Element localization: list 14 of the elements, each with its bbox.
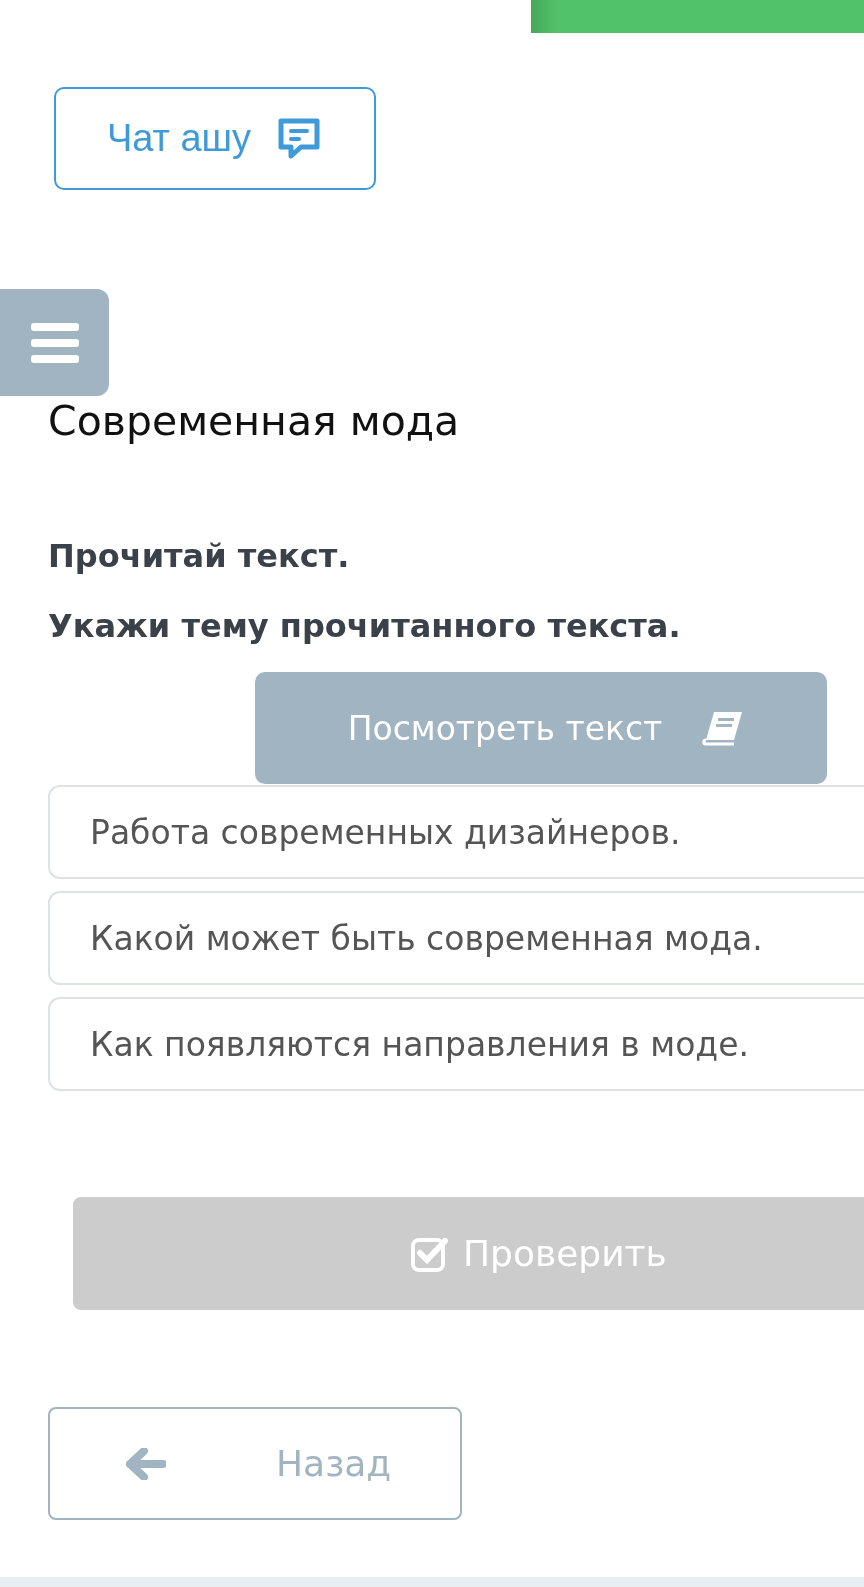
- answer-option[interactable]: Как появляются направления в моде.: [48, 997, 864, 1091]
- back-button[interactable]: Назад: [48, 1407, 462, 1520]
- view-text-button[interactable]: Посмотреть текст: [255, 672, 827, 784]
- page-title: Современная мода: [48, 397, 460, 445]
- book-icon: [702, 710, 745, 746]
- menu-icon: [30, 322, 79, 363]
- answer-option[interactable]: Какой может быть современная мода.: [48, 891, 864, 985]
- menu-button[interactable]: [0, 289, 109, 396]
- instruction-text: Прочитай текст.: [48, 536, 351, 577]
- answer-option[interactable]: Работа современных дизайнеров.: [48, 785, 864, 879]
- left-arrow-icon: [126, 1447, 166, 1480]
- checkbox-icon: [411, 1235, 449, 1272]
- chat-button[interactable]: Чат ашу: [54, 87, 376, 190]
- instruction-text: Укажи тему прочитанного текста.: [48, 606, 682, 647]
